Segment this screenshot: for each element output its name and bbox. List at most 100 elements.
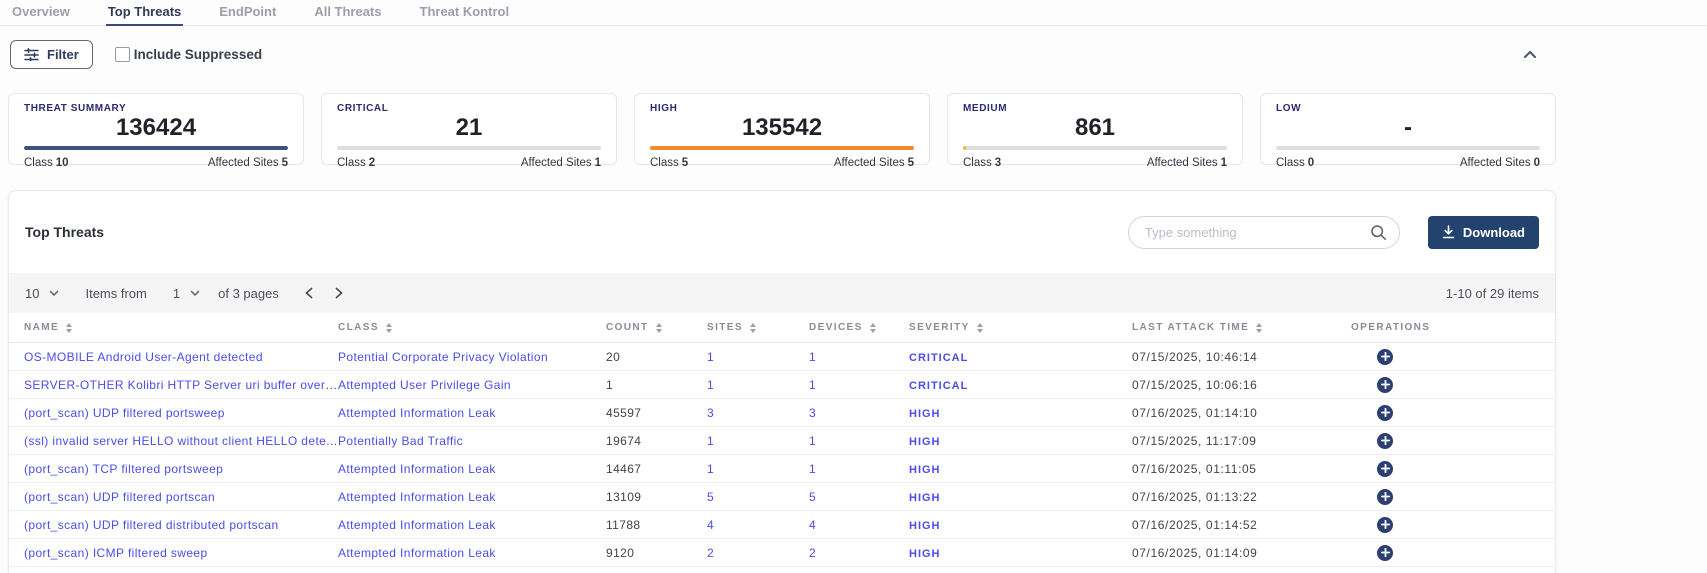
summary-cards-row: THREAT SUMMARY 136424 Class10 Affected S… bbox=[8, 93, 1556, 165]
page-size-select[interactable]: 10 bbox=[25, 286, 59, 301]
column-header[interactable]: SITES bbox=[707, 322, 809, 333]
card-class-value: 5 bbox=[682, 157, 688, 169]
top-tab-bar: Overview Top Threats EndPoint All Threat… bbox=[0, 0, 1707, 26]
add-operation-button[interactable] bbox=[1377, 461, 1393, 477]
collapse-section-button[interactable] bbox=[1523, 50, 1537, 59]
threat-class-link[interactable]: Potentially Bad Traffic bbox=[338, 434, 463, 448]
card-sites-stat: Affected Sites0 bbox=[1460, 157, 1540, 169]
severity-link[interactable]: HIGH bbox=[909, 520, 941, 532]
sites-link[interactable]: 2 bbox=[707, 546, 714, 560]
card-value: 135542 bbox=[650, 115, 914, 141]
add-operation-button[interactable] bbox=[1377, 377, 1393, 393]
add-operation-button[interactable] bbox=[1377, 489, 1393, 505]
threat-name-link[interactable]: (port_scan) ICMP filtered sweep bbox=[24, 546, 208, 560]
threat-class-link[interactable]: Attempted Information Leak bbox=[338, 406, 496, 420]
threat-name-link[interactable]: (port_scan) UDP filtered portsweep bbox=[24, 406, 225, 420]
card-class-label: Class bbox=[650, 157, 679, 169]
column-header[interactable]: COUNT bbox=[606, 322, 707, 333]
column-header[interactable]: CLASS bbox=[338, 322, 606, 333]
devices-link[interactable]: 5 bbox=[809, 490, 816, 504]
devices-link[interactable]: 4 bbox=[809, 518, 816, 532]
last-attack-time-cell: 07/15/2025, 10:46:14 bbox=[1132, 350, 1351, 364]
filter-button-label: Filter bbox=[47, 47, 79, 62]
devices-link[interactable]: 1 bbox=[809, 434, 816, 448]
sort-icon[interactable] bbox=[977, 323, 983, 333]
devices-link[interactable]: 1 bbox=[809, 462, 816, 476]
sites-link[interactable]: 3 bbox=[707, 406, 714, 420]
card-progress-track bbox=[24, 146, 288, 150]
threat-name-link[interactable]: (port_scan) TCP filtered portsweep bbox=[24, 462, 223, 476]
severity-link[interactable]: HIGH bbox=[909, 548, 941, 560]
threat-class-link[interactable]: Attempted Information Leak bbox=[338, 490, 496, 504]
threat-name-link[interactable]: (ssl) invalid server HELLO without clien… bbox=[24, 434, 337, 448]
threat-class-link[interactable]: Attempted Information Leak bbox=[338, 462, 496, 476]
column-header[interactable]: NAME bbox=[24, 322, 338, 333]
count-cell: 13109 bbox=[606, 490, 707, 504]
sites-link[interactable]: 5 bbox=[707, 490, 714, 504]
sort-icon[interactable] bbox=[66, 323, 72, 333]
severity-link[interactable]: CRITICAL bbox=[909, 352, 968, 364]
download-button[interactable]: Download bbox=[1428, 216, 1539, 249]
threat-class-link[interactable]: Attempted User Privilege Gain bbox=[338, 378, 511, 392]
devices-link[interactable]: 2 bbox=[809, 546, 816, 560]
table-row: (ssl) invalid server HELLO without clien… bbox=[9, 427, 1555, 455]
nav-tab[interactable]: Top Threats bbox=[106, 0, 183, 25]
devices-link[interactable]: 3 bbox=[809, 406, 816, 420]
column-header[interactable]: SEVERITY bbox=[909, 322, 1132, 333]
last-attack-time-cell: 07/16/2025, 01:14:10 bbox=[1132, 406, 1351, 420]
threat-name-link[interactable]: (port_scan) UDP filtered distributed por… bbox=[24, 518, 279, 532]
severity-link[interactable]: HIGH bbox=[909, 492, 941, 504]
next-page-button[interactable] bbox=[335, 287, 343, 299]
severity-link[interactable]: HIGH bbox=[909, 464, 941, 476]
page-select[interactable]: 1 bbox=[173, 286, 200, 301]
threat-name-link[interactable]: OS-MOBILE Android User-Agent detected bbox=[24, 350, 263, 364]
sites-link[interactable]: 4 bbox=[707, 518, 714, 532]
nav-tab[interactable]: All Threats bbox=[312, 0, 383, 25]
threat-class-link[interactable]: Attempted Information Leak bbox=[338, 546, 496, 560]
devices-link[interactable]: 1 bbox=[809, 378, 816, 392]
add-operation-button[interactable] bbox=[1377, 349, 1393, 365]
sites-link[interactable]: 1 bbox=[707, 350, 714, 364]
severity-link[interactable]: HIGH bbox=[909, 436, 941, 448]
include-suppressed-control[interactable]: Include Suppressed bbox=[115, 47, 262, 62]
add-operation-button[interactable] bbox=[1377, 433, 1393, 449]
filter-button[interactable]: Filter bbox=[10, 40, 93, 69]
sites-link[interactable]: 1 bbox=[707, 434, 714, 448]
add-operation-button[interactable] bbox=[1377, 517, 1393, 533]
add-operation-button[interactable] bbox=[1377, 545, 1393, 561]
include-suppressed-checkbox[interactable] bbox=[115, 47, 130, 62]
column-header[interactable]: OPERATIONS bbox=[1351, 322, 1540, 333]
sort-icon[interactable] bbox=[386, 323, 392, 333]
sort-icon[interactable] bbox=[870, 323, 876, 333]
sort-icon[interactable] bbox=[1256, 323, 1262, 333]
sites-link[interactable]: 1 bbox=[707, 462, 714, 476]
search-input[interactable] bbox=[1145, 225, 1370, 240]
sites-link[interactable]: 1 bbox=[707, 378, 714, 392]
column-header[interactable]: LAST ATTACK TIME bbox=[1132, 322, 1351, 333]
card-footer: Class5 Affected Sites5 bbox=[650, 157, 914, 169]
add-operation-button[interactable] bbox=[1377, 405, 1393, 421]
last-attack-time-cell: 07/16/2025, 01:11:05 bbox=[1132, 462, 1351, 476]
sort-icon[interactable] bbox=[656, 323, 662, 333]
devices-link[interactable]: 1 bbox=[809, 350, 816, 364]
search-icon[interactable] bbox=[1370, 224, 1387, 241]
threat-class-link[interactable]: Attempted Information Leak bbox=[338, 518, 496, 532]
include-suppressed-label: Include Suppressed bbox=[134, 47, 262, 62]
threat-name-link[interactable]: (port_scan) UDP filtered portscan bbox=[24, 490, 215, 504]
nav-tab[interactable]: Overview bbox=[10, 0, 72, 25]
page-value: 1 bbox=[173, 286, 180, 301]
severity-link[interactable]: HIGH bbox=[909, 408, 941, 420]
threat-name-link[interactable]: SERVER-OTHER Kolibri HTTP Server uri buf… bbox=[24, 378, 338, 392]
nav-tab[interactable]: Threat Kontrol bbox=[418, 0, 512, 25]
column-header-label: COUNT bbox=[606, 322, 649, 333]
prev-page-button[interactable] bbox=[305, 287, 313, 299]
last-attack-time-cell: 07/16/2025, 01:14:52 bbox=[1132, 518, 1351, 532]
nav-tab[interactable]: EndPoint bbox=[217, 0, 278, 25]
severity-link[interactable]: CRITICAL bbox=[909, 380, 968, 392]
column-header[interactable]: DEVICES bbox=[809, 322, 909, 333]
card-sites-label: Affected Sites bbox=[1147, 157, 1218, 169]
sort-icon[interactable] bbox=[750, 323, 756, 333]
threat-class-link[interactable]: Potential Corporate Privacy Violation bbox=[338, 350, 548, 364]
search-box[interactable] bbox=[1128, 216, 1400, 249]
filter-bar: Filter Include Suppressed bbox=[10, 39, 1687, 69]
